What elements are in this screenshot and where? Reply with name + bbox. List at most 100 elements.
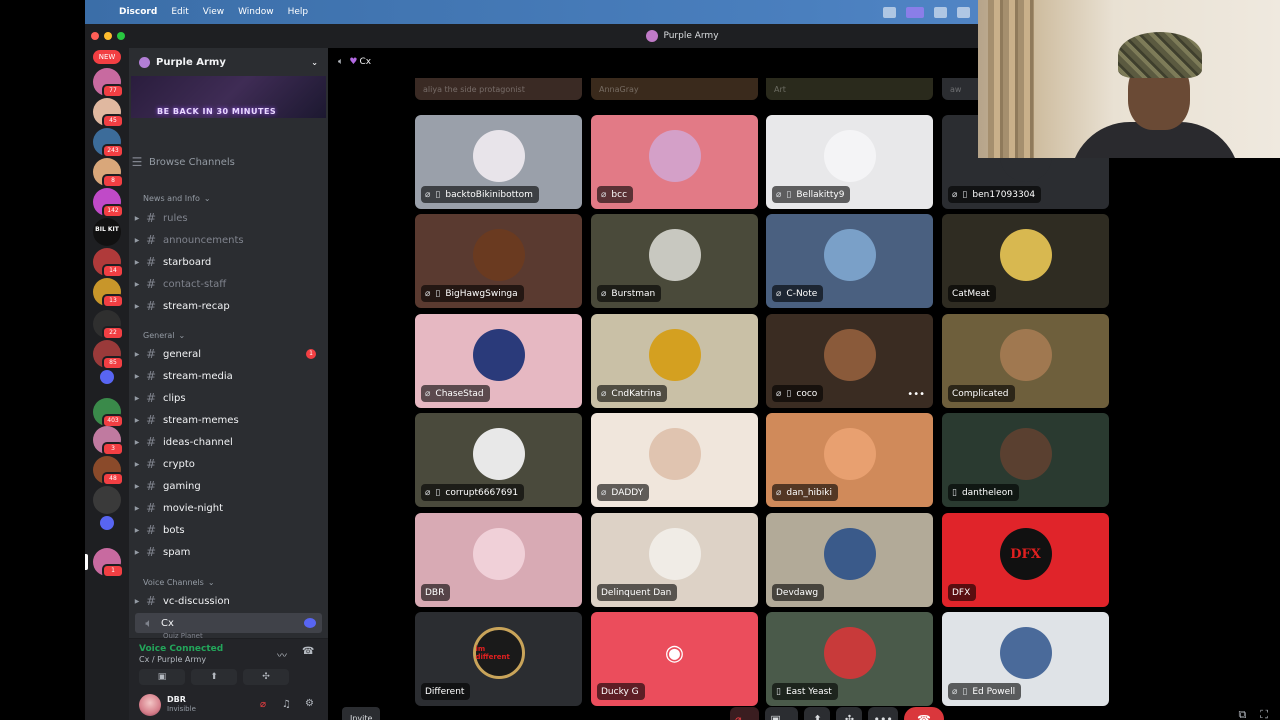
participant-tile[interactable]: Complicated [942,314,1109,408]
avatar[interactable] [139,694,161,716]
category-header[interactable]: News and Info ⌄ [129,188,328,208]
menu-edit[interactable]: Edit [171,7,188,17]
new-badge[interactable]: NEW [93,50,121,64]
server-icon[interactable]: 243 [93,128,124,158]
mobile-icon: ▯ [952,487,957,498]
server-icon[interactable]: 403 [93,398,124,428]
guild-header[interactable]: Purple Army ⌄ [129,48,328,76]
tray-icon[interactable] [957,6,970,18]
participant-tile[interactable]: CatMeat [942,214,1109,308]
channel-crypto[interactable]: ▶ # crypto [129,454,328,474]
menu-app-name[interactable]: Discord [119,7,157,17]
participant-tile[interactable]: ⌀ ▯ corrupt6667691 [415,413,582,507]
channel-contact-staff[interactable]: ▶ # contact-staff [129,274,328,294]
channel-stream-memes[interactable]: ▶ # stream-memes [129,410,328,430]
channel-vc-discussion[interactable]: ▶ # vc-discussion [129,591,328,611]
server-icon[interactable]: 22 [93,310,124,340]
leave-call-button[interactable]: ☎ [903,707,944,720]
server-icon[interactable]: 48 [93,456,124,486]
activity-button[interactable]: ✣ [243,669,289,685]
channel-cx[interactable]: 🔈︎ Cx [135,613,322,633]
channel-bots[interactable]: ▶ # bots [129,520,328,540]
participant-tile[interactable]: ⌀ bcc [591,115,758,209]
channel-stream-recap[interactable]: ▶ # stream-recap [129,296,328,316]
participant-tile[interactable]: ⌀ ▯ Ed Powell [942,612,1109,706]
participant-tile[interactable]: Devdawg [766,513,933,607]
server-icon[interactable]: 77 [93,68,124,98]
more-options-icon[interactable]: ••• [907,389,925,400]
screen-share-button[interactable]: ⬆ [804,707,831,720]
participant-tile[interactable]: DBR [415,513,582,607]
server-icon[interactable]: 14 [93,248,124,278]
participant-tile-partial[interactable]: AnnaGray [591,78,758,100]
camera-button[interactable]: ▣ ⌄ [765,707,799,720]
close-window-icon[interactable] [91,32,99,40]
server-icon[interactable]: 85 [93,340,124,370]
minimize-window-icon[interactable] [104,32,112,40]
participant-tile[interactable]: ⌀ Burstman [591,214,758,308]
server-icon[interactable] [100,516,114,530]
server-icon[interactable]: 1 [93,548,124,578]
participant-tile[interactable]: ⌀ DADDY [591,413,758,507]
shield-icon[interactable] [934,6,947,18]
noise-suppression-icon[interactable]: 〰 [277,647,287,662]
invite-button[interactable]: Invite [342,707,381,720]
participant-tile[interactable]: ⌀ ▯ coco ••• [766,314,933,408]
mic-muted-icon[interactable]: ⌀ [260,699,266,710]
server-icon[interactable]: 13 [93,278,124,308]
channel-stream-media[interactable]: ▶ # stream-media [129,366,328,386]
server-icon[interactable]: BIL KIT [93,218,121,246]
participant-tile[interactable]: ⌀ ▯ BigHawgSwinga [415,214,582,308]
participant-tile-partial[interactable]: Art [766,78,933,100]
menu-window[interactable]: Window [238,7,274,17]
activities-button[interactable]: ✣ [836,707,863,720]
server-icon[interactable] [100,370,114,384]
channel-gaming[interactable]: ▶ # gaming [129,476,328,496]
server-icon[interactable]: 142 [93,188,124,218]
channel-general[interactable]: ▶ # general 1 [129,344,328,364]
popout-icon[interactable]: ⧉ [1238,708,1246,720]
channel-ideas-channel[interactable]: ▶ # ideas-channel [129,432,328,452]
server-icon[interactable]: 3 [93,426,124,456]
fullscreen-icon[interactable]: ⛶ [1260,708,1268,720]
voice-location[interactable]: Cx / Purple Army [139,655,206,664]
channel-starboard[interactable]: ▶ # starboard [129,252,328,272]
browse-channels[interactable]: ☰ Browse Channels [129,152,328,172]
more-button[interactable]: ••• [868,707,898,720]
participant-tile[interactable]: ◉ Ducky G [591,612,758,706]
screen-share-button[interactable]: ⬆ [191,669,237,685]
gear-icon[interactable]: ⚙ [305,698,314,709]
tray-icon[interactable] [883,6,896,18]
participant-tile[interactable]: ▯ East Yeast [766,612,933,706]
disconnect-icon[interactable]: ☎ [302,646,314,657]
participant-tile[interactable]: ⌀ ▯ backtoBikinibottom [415,115,582,209]
category-header[interactable]: General ⌄ [129,325,328,345]
category-header[interactable]: Voice Channels ⌄ [129,572,328,592]
screen-share-icon[interactable] [906,6,924,18]
channel-announcements[interactable]: ▶ # announcements [129,230,328,250]
video-button[interactable]: ▣ [139,669,185,685]
channel-spam[interactable]: ▶ # spam [129,542,328,562]
participant-tile[interactable]: Delinquent Dan [591,513,758,607]
participant-tile[interactable]: ⌀ ChaseStad [415,314,582,408]
participant-tile[interactable]: ⌀ dan_hibiki [766,413,933,507]
channel-movie-night[interactable]: ▶ # movie-night [129,498,328,518]
server-icon[interactable]: 8 [93,158,124,188]
participant-tile[interactable]: ⌀ C-Note [766,214,933,308]
server-icon[interactable] [93,486,121,514]
participant-tile[interactable]: ▯ dantheleon [942,413,1109,507]
participant-tile[interactable]: ⌀ ▯ Bellakitty9 [766,115,933,209]
menu-view[interactable]: View [203,7,224,17]
participant-tile[interactable]: ⌀ CndKatrina [591,314,758,408]
channel-clips[interactable]: ▶ # clips [129,388,328,408]
zoom-window-icon[interactable] [117,32,125,40]
participant-tile[interactable]: im different Different [415,612,582,706]
apple-icon[interactable] [97,6,109,18]
participant-tile-partial[interactable]: aliya the side protagonist [415,78,582,100]
menu-help[interactable]: Help [288,7,309,17]
mute-button[interactable]: ⌀ ⌄ [730,707,760,720]
participant-tile[interactable]: DFX DFX [942,513,1109,607]
channel-rules[interactable]: ▶ # rules [129,208,328,228]
server-icon[interactable]: 45 [93,98,124,128]
headphones-icon[interactable]: ♫ [282,699,291,710]
